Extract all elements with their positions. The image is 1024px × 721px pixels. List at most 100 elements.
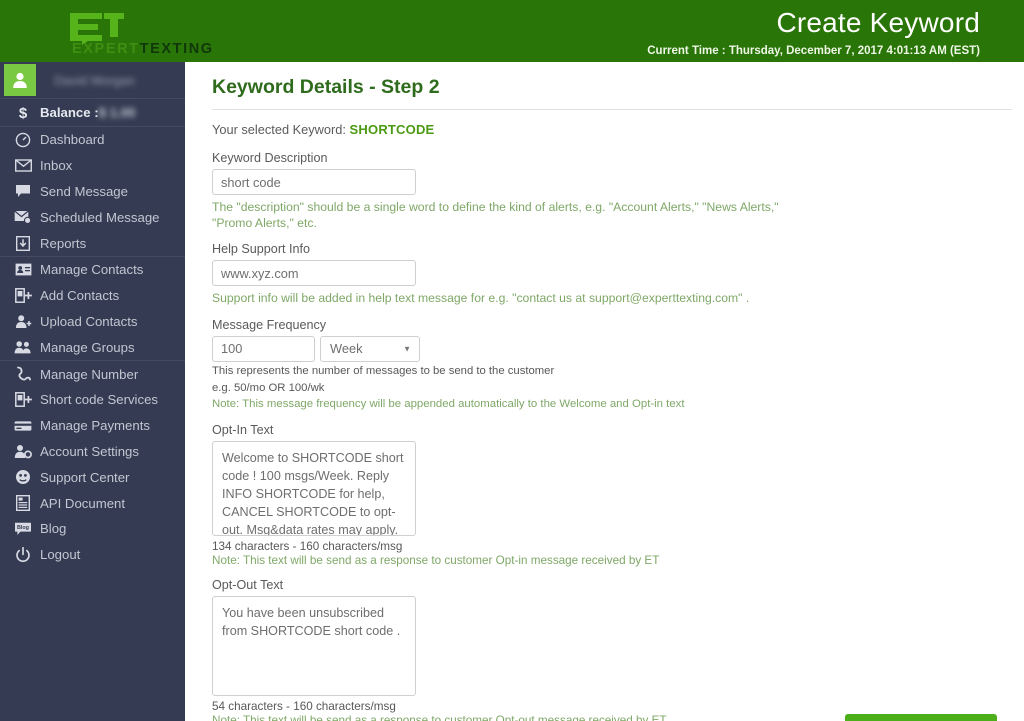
message-frequency-row: Week ▼: [212, 335, 1012, 362]
mobile-plus-icon: [10, 392, 36, 408]
main-content: Keyword Details - Step 2 Your selected K…: [185, 62, 1024, 721]
sidebar-item-label: Scheduled Message: [40, 209, 160, 225]
blog-icon: Blog: [10, 522, 36, 536]
sidebar-item-blog[interactable]: Blog Blog: [0, 516, 185, 542]
sidebar-item-label: Add Contacts: [40, 288, 120, 304]
sidebar-group-contacts: Manage Contacts Add Contacts Upload Cont…: [0, 257, 185, 360]
contact-card-icon: [10, 263, 36, 276]
field-keyword-description: Keyword Description The "description" sh…: [212, 151, 1012, 231]
sidebar-item-label: Inbox: [40, 158, 73, 174]
sidebar-item-label: Support Center: [40, 469, 130, 485]
keyword-description-hint: The "description" should be a single wor…: [212, 200, 779, 230]
current-time: Current Time : Thursday, December 7, 201…: [647, 45, 980, 57]
page-title: Keyword Details - Step 2: [212, 76, 440, 98]
sidebar-item-manage-payments[interactable]: Manage Payments: [0, 413, 185, 439]
message-frequency-note-3: Note: This message frequency will be app…: [212, 398, 685, 411]
balance-label: Balance :: [40, 105, 99, 120]
sidebar-user[interactable]: David Morgan: [0, 62, 185, 98]
phone-plus-icon: [10, 288, 36, 304]
logo-wordmark: EXPERTTEXTING: [72, 42, 214, 57]
title-divider: [212, 109, 1012, 110]
keyword-description-input[interactable]: [212, 169, 416, 195]
sidebar-item-send-message[interactable]: Send Message: [0, 179, 185, 205]
envelope-clock-icon: [10, 210, 36, 225]
sidebar-item-manage-contacts[interactable]: Manage Contacts: [0, 257, 185, 283]
headset-icon: [10, 469, 36, 485]
sidebar-item-manage-groups[interactable]: Manage Groups: [0, 334, 185, 360]
sidebar-item-label: Manage Payments: [40, 418, 150, 434]
sidebar-item-label: Upload Contacts: [40, 313, 138, 329]
sidebar-item-label: Account Settings: [40, 443, 139, 459]
sidebar-item-scheduled-message[interactable]: Scheduled Message: [0, 204, 185, 230]
phone-icon: [10, 366, 36, 382]
chevron-down-icon: ▼: [403, 344, 411, 354]
sidebar-item-label: Manage Number: [40, 366, 139, 382]
keyword-description-label: Keyword Description: [212, 151, 328, 165]
dollar-icon: $: [10, 105, 36, 121]
sidebar-item-label: Send Message: [40, 183, 128, 199]
speedometer-icon: [10, 132, 36, 148]
field-help-support-info: Help Support Info Support info will be a…: [212, 242, 1012, 307]
user-avatar-icon: [13, 72, 27, 88]
credit-card-icon: [10, 420, 36, 432]
sidebar-item-api-document[interactable]: API Document: [0, 490, 185, 516]
submit-button[interactable]: [845, 714, 997, 721]
svg-text:$: $: [19, 105, 28, 121]
help-support-info-input[interactable]: [212, 260, 416, 287]
message-frequency-count-input[interactable]: [212, 335, 315, 362]
selected-keyword-value: SHORTCODE: [349, 122, 435, 137]
sidebar-item-label: Short code Services: [40, 392, 159, 408]
sidebar-item-label: Dashboard: [40, 132, 105, 148]
opt-in-text-label: Opt-In Text: [212, 423, 274, 438]
user-name: David Morgan: [54, 72, 135, 88]
message-frequency-note-2: e.g. 50/mo OR 100/wk: [212, 381, 325, 394]
sidebar: David Morgan $ Balance : $ 1.00 Dashboar…: [0, 62, 185, 721]
opt-out-text-textarea[interactable]: [212, 596, 416, 697]
field-opt-out-text: Opt-Out Text 54 characters - 160 charact…: [212, 578, 1012, 721]
opt-in-text-textarea[interactable]: [212, 441, 416, 537]
download-box-icon: [10, 235, 36, 251]
message-frequency-period-value: Week: [330, 341, 363, 357]
sidebar-item-balance[interactable]: $ Balance : $ 1.00: [0, 99, 185, 126]
sidebar-item-label: Manage Contacts: [40, 262, 144, 278]
sidebar-item-short-code-services[interactable]: Short code Services: [0, 387, 185, 413]
page-header-title: Create Keyword: [776, 7, 980, 38]
opt-in-char-count: 134 characters - 160 characters/msg: [212, 540, 403, 554]
balance-amount: $ 1.00: [98, 105, 136, 120]
sidebar-item-reports[interactable]: Reports: [0, 230, 185, 256]
sidebar-item-label: Manage Groups: [40, 339, 135, 355]
sidebar-group-account: Manage Number Short code Services Manage…: [0, 361, 185, 567]
sidebar-item-label: API Document: [40, 495, 126, 511]
speech-bubble-icon: [10, 184, 36, 198]
help-support-info-label: Help Support Info: [212, 242, 311, 257]
sidebar-item-dashboard[interactable]: Dashboard: [0, 127, 185, 153]
opt-out-char-count: 54 characters - 160 characters/msg: [212, 700, 396, 714]
keyword-details-form: Your selected Keyword: SHORTCODE Keyword…: [212, 122, 1012, 721]
power-icon: [10, 546, 36, 563]
people-group-icon: [10, 340, 36, 354]
field-message-frequency: Message Frequency Week ▼ This represents…: [212, 318, 1012, 412]
svg-text:Blog: Blog: [17, 525, 29, 531]
sidebar-item-add-contacts[interactable]: Add Contacts: [0, 283, 185, 309]
app-header: EXPERTTEXTING Create Keyword Current Tim…: [0, 0, 1024, 62]
sidebar-item-manage-number[interactable]: Manage Number: [0, 361, 185, 387]
selected-keyword-line: Your selected Keyword: SHORTCODE: [212, 122, 1012, 137]
sidebar-item-support-center[interactable]: Support Center: [0, 464, 185, 490]
sidebar-item-logout[interactable]: Logout: [0, 542, 185, 568]
sidebar-item-upload-contacts[interactable]: Upload Contacts: [0, 309, 185, 335]
opt-out-text-label: Opt-Out Text: [212, 578, 284, 593]
selected-keyword-label: Your selected Keyword:: [212, 122, 346, 137]
logo-word-texting: TEXTING: [139, 41, 214, 57]
envelope-icon: [10, 159, 36, 172]
field-opt-in-text: Opt-In Text 134 characters - 160 charact…: [212, 423, 1012, 567]
sidebar-item-account-settings[interactable]: Account Settings: [0, 439, 185, 465]
message-frequency-period-select[interactable]: Week ▼: [320, 335, 420, 362]
person-upload-icon: [10, 314, 36, 329]
message-frequency-note-1: This represents the number of messages t…: [212, 364, 555, 377]
sidebar-item-label: Logout: [40, 547, 81, 563]
opt-in-note: Note: This text will be send as a respon…: [212, 554, 660, 568]
sidebar-item-inbox[interactable]: Inbox: [0, 153, 185, 179]
logo[interactable]: EXPERTTEXTING: [44, 10, 212, 56]
sidebar-item-label: Blog: [40, 521, 67, 537]
sidebar-item-label: Reports: [40, 235, 87, 251]
